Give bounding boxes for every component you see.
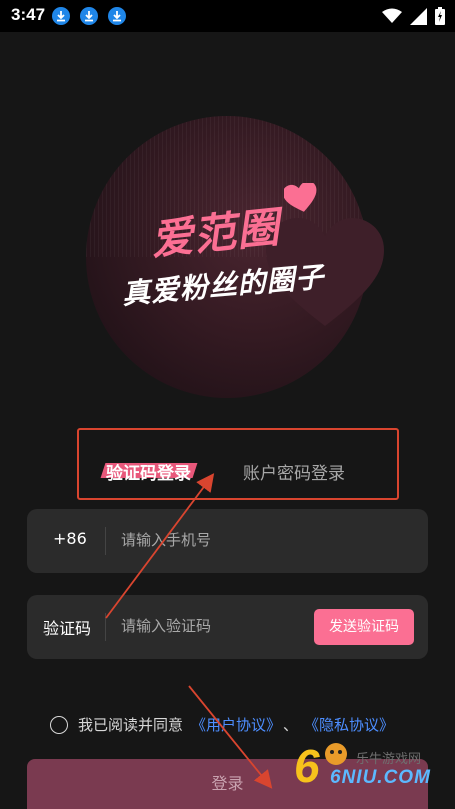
watermark-cn: 乐牛游戏网: [356, 752, 422, 767]
wifi-icon: [382, 8, 402, 23]
user-agreement-link[interactable]: 《用户协议》: [191, 714, 281, 735]
login-tabs: 验证码登录 账户密码登录: [77, 428, 399, 500]
field-divider: [105, 613, 106, 641]
download-icon: [80, 7, 98, 25]
status-bar: 3:47: [0, 0, 455, 32]
code-label: 验证码: [43, 619, 92, 638]
tab-password-login[interactable]: 账户密码登录: [243, 459, 345, 484]
code-input-placeholder[interactable]: 请输入验证码: [121, 615, 211, 636]
agree-checkbox[interactable]: [50, 715, 68, 734]
battery-icon: [435, 7, 445, 25]
download-icon: [52, 7, 70, 25]
heart-icon: [284, 183, 317, 212]
code-field[interactable]: 验证码 请输入验证码 发送验证码: [27, 595, 428, 659]
download-icon: [108, 7, 126, 25]
tab-code-login[interactable]: 验证码登录: [100, 459, 198, 484]
phone-input-placeholder[interactable]: 请输入手机号: [121, 529, 211, 550]
agreement-text: 我已阅读并同意: [78, 716, 184, 734]
svg-text:6: 6: [294, 740, 320, 788]
agreement-row: 我已阅读并同意 《用户协议》 、 《隐私协议》: [50, 714, 394, 735]
signal-icon: [410, 7, 427, 25]
field-divider: [105, 527, 106, 555]
country-code[interactable]: +86: [53, 529, 87, 548]
agreement-separator: 、: [283, 716, 299, 734]
watermark-brand: 6NIU.COM: [330, 767, 431, 788]
status-time: 3:47: [11, 5, 46, 24]
send-code-button[interactable]: 发送验证码: [314, 609, 414, 645]
phone-field[interactable]: +86 请输入手机号: [27, 509, 428, 573]
privacy-policy-link[interactable]: 《隐私协议》: [304, 714, 394, 735]
